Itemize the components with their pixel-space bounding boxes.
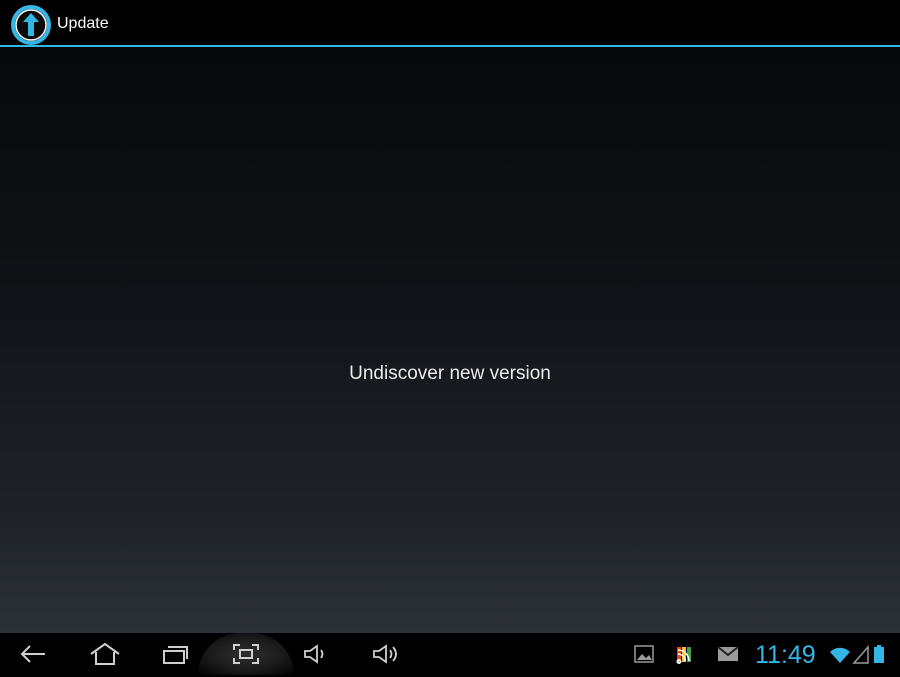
volume-down-icon <box>304 644 324 664</box>
status-message: Undiscover new version <box>349 363 551 384</box>
action-bar: Update <box>0 0 900 47</box>
volume-up-button[interactable] <box>361 633 411 675</box>
volume-down-button[interactable] <box>291 633 341 675</box>
signal-icon <box>852 643 874 665</box>
gallery-icon[interactable] <box>633 643 655 665</box>
rss-icon[interactable] <box>674 643 696 665</box>
recent-apps-button[interactable] <box>150 633 200 675</box>
back-icon <box>20 645 45 663</box>
app-title: Update <box>57 15 109 32</box>
home-button[interactable] <box>80 633 130 675</box>
battery-icon <box>872 643 894 665</box>
home-icon <box>90 642 120 665</box>
gmail-icon[interactable] <box>716 643 739 665</box>
wifi-icon <box>828 643 850 665</box>
update-arrow-icon[interactable] <box>10 4 52 46</box>
back-button[interactable] <box>8 633 58 675</box>
recent-apps-icon <box>163 646 188 664</box>
status-clock[interactable]: 11:49 <box>755 641 816 670</box>
system-bar: 11:49 <box>0 633 900 675</box>
screenshot-icon <box>233 644 259 664</box>
volume-up-icon <box>373 644 397 664</box>
main-content <box>0 47 900 633</box>
screenshot-button[interactable] <box>221 633 271 675</box>
